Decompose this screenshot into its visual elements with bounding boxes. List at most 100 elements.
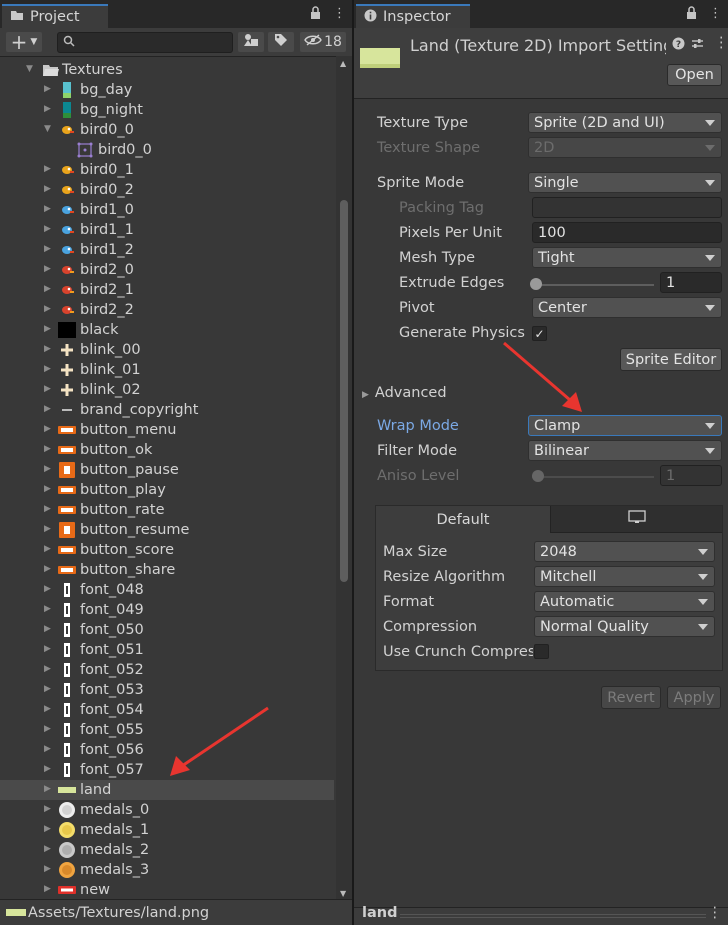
collapse-arrow-icon[interactable]: ▶ (44, 464, 51, 474)
collapse-arrow-icon[interactable]: ▶ (44, 804, 51, 814)
collapse-arrow-icon[interactable]: ▶ (44, 204, 51, 214)
tree-item[interactable]: ▶ bird1_2 (0, 240, 334, 260)
tree-item[interactable]: ▶ font_048 (0, 580, 334, 600)
menu-kebab-icon[interactable]: ⋮ (709, 6, 722, 23)
filter-by-label-button[interactable] (268, 32, 294, 52)
tree-item[interactable]: ▶ font_052 (0, 660, 334, 680)
collapse-arrow-icon[interactable]: ▶ (44, 724, 51, 734)
tree-item[interactable]: ▶ button_score (0, 540, 334, 560)
tree-item[interactable]: ▶ blink_00 (0, 340, 334, 360)
tree-item[interactable]: ▶ button_menu (0, 420, 334, 440)
collapse-arrow-icon[interactable]: ▶ (44, 224, 51, 234)
expand-arrow-icon[interactable]: ▼ (26, 64, 33, 74)
help-icon[interactable]: ? (672, 37, 685, 54)
texture-type-dropdown[interactable]: Sprite (2D and UI) (528, 112, 722, 133)
preset-sliders-icon[interactable] (691, 37, 704, 54)
scroll-down-icon[interactable]: ▼ (340, 889, 346, 898)
tree-item[interactable]: ▶ bird2_1 (0, 280, 334, 300)
collapse-arrow-icon[interactable]: ▶ (44, 444, 51, 454)
sprite-editor-button[interactable]: Sprite Editor (620, 348, 722, 371)
collapse-arrow-icon[interactable]: ▶ (44, 324, 51, 334)
tree-item[interactable]: ▶ medals_1 (0, 820, 334, 840)
tree-item[interactable]: ▶ font_057 (0, 760, 334, 780)
open-button[interactable]: Open (667, 64, 722, 86)
tree-item[interactable]: ▶ button_play (0, 480, 334, 500)
collapse-arrow-icon[interactable]: ▶ (44, 764, 51, 774)
footer-resize-handle[interactable] (400, 914, 706, 918)
tree-folder-textures[interactable]: ▼ Textures (0, 60, 334, 80)
collapse-arrow-icon[interactable]: ▶ (44, 644, 51, 654)
collapse-arrow-icon[interactable]: ▶ (44, 744, 51, 754)
collapse-arrow-icon[interactable]: ▶ (44, 844, 51, 854)
collapse-arrow-icon[interactable]: ▶ (44, 264, 51, 274)
scroll-up-icon[interactable]: ▲ (340, 59, 346, 68)
inspector-tab[interactable]: Inspector (356, 4, 470, 28)
collapse-arrow-icon[interactable]: ▶ (44, 684, 51, 694)
project-tab[interactable]: Project (2, 4, 108, 28)
wrap-mode-dropdown[interactable]: Clamp (528, 415, 722, 436)
platform-tab-standalone[interactable] (550, 506, 722, 533)
lock-icon[interactable] (686, 6, 697, 23)
tree-item[interactable]: ▶ bird0_2 (0, 180, 334, 200)
extrude-edges-slider-knob[interactable] (530, 278, 542, 290)
pixels-per-unit-input[interactable]: 100 (532, 222, 722, 243)
tree-item[interactable]: ▶ bird1_1 (0, 220, 334, 240)
collapse-arrow-icon[interactable]: ▶ (44, 564, 51, 574)
generate-physics-checkbox[interactable]: ✓ (532, 326, 547, 341)
tree-item[interactable]: ▼ bird0_0 (0, 120, 334, 140)
use-crunch-checkbox[interactable] (534, 644, 549, 659)
tree-item[interactable]: ▶ blink_01 (0, 360, 334, 380)
format-dropdown[interactable]: Automatic (534, 591, 715, 612)
tree-item[interactable]: ▶ font_049 (0, 600, 334, 620)
tree-item[interactable]: ▶ font_054 (0, 700, 334, 720)
collapse-arrow-icon[interactable]: ▶ (44, 884, 51, 894)
tree-item[interactable]: ▶ font_055 (0, 720, 334, 740)
apply-button[interactable]: Apply (667, 686, 721, 709)
collapse-arrow-icon[interactable]: ▶ (44, 104, 51, 114)
collapse-arrow-icon[interactable]: ▶ (44, 484, 51, 494)
collapse-arrow-icon[interactable]: ▶ (44, 864, 51, 874)
collapse-arrow-icon[interactable]: ▶ (44, 164, 51, 174)
collapse-arrow-icon[interactable]: ▶ (44, 284, 51, 294)
collapse-arrow-icon[interactable]: ▶ (44, 664, 51, 674)
tree-item[interactable]: ▶ bird2_0 (0, 260, 334, 280)
expand-arrow-icon[interactable]: ▼ (44, 124, 51, 134)
collapse-arrow-icon[interactable]: ▶ (44, 784, 51, 794)
sprite-mode-dropdown[interactable]: Single (528, 172, 722, 193)
tree-item[interactable]: ▶ button_resume (0, 520, 334, 540)
collapse-arrow-icon[interactable]: ▶ (44, 364, 51, 374)
menu-kebab-icon[interactable]: ⋮ (708, 905, 723, 921)
compression-dropdown[interactable]: Normal Quality (534, 616, 715, 637)
tree-item[interactable]: ▶ bird0_1 (0, 160, 334, 180)
tree-item[interactable]: ▶ bird1_0 (0, 200, 334, 220)
tree-item[interactable]: ▶ font_056 (0, 740, 334, 760)
tree-item[interactable]: ▶ brand_copyright (0, 400, 334, 420)
tree-item[interactable]: ▶ land (0, 780, 334, 800)
collapse-arrow-icon[interactable]: ▶ (44, 344, 51, 354)
tree-item[interactable]: ▶ font_053 (0, 680, 334, 700)
mesh-type-dropdown[interactable]: Tight (532, 247, 722, 268)
collapse-arrow-icon[interactable]: ▶ (44, 624, 51, 634)
pivot-dropdown[interactable]: Center (532, 297, 722, 318)
menu-kebab-icon[interactable]: ⋮ (714, 35, 728, 51)
tree-item[interactable]: ▶ medals_2 (0, 840, 334, 860)
extrude-edges-input[interactable]: 1 (660, 272, 722, 293)
revert-button[interactable]: Revert (601, 686, 661, 709)
collapse-arrow-icon[interactable]: ▶ (44, 584, 51, 594)
max-size-dropdown[interactable]: 2048 (534, 541, 715, 562)
tree-item[interactable]: ▶ button_pause (0, 460, 334, 480)
extrude-edges-slider-track[interactable] (536, 284, 654, 286)
tree-item[interactable]: ▶ medals_3 (0, 860, 334, 880)
tree-item[interactable]: ▶ black (0, 320, 334, 340)
tree-item[interactable]: ▶ button_rate (0, 500, 334, 520)
filter-mode-dropdown[interactable]: Bilinear (528, 440, 722, 461)
filter-by-type-button[interactable] (238, 32, 264, 52)
tree-item[interactable]: ▶ medals_0 (0, 800, 334, 820)
tree-item[interactable]: ▶ bird2_2 (0, 300, 334, 320)
menu-kebab-icon[interactable]: ⋮ (333, 6, 346, 23)
tree-item[interactable]: ▶ blink_02 (0, 380, 334, 400)
project-scrollbar-thumb[interactable] (340, 200, 348, 582)
collapse-arrow-icon[interactable]: ▶ (44, 304, 51, 314)
collapse-arrow-icon[interactable]: ▶ (44, 244, 51, 254)
lock-icon[interactable] (310, 6, 321, 23)
